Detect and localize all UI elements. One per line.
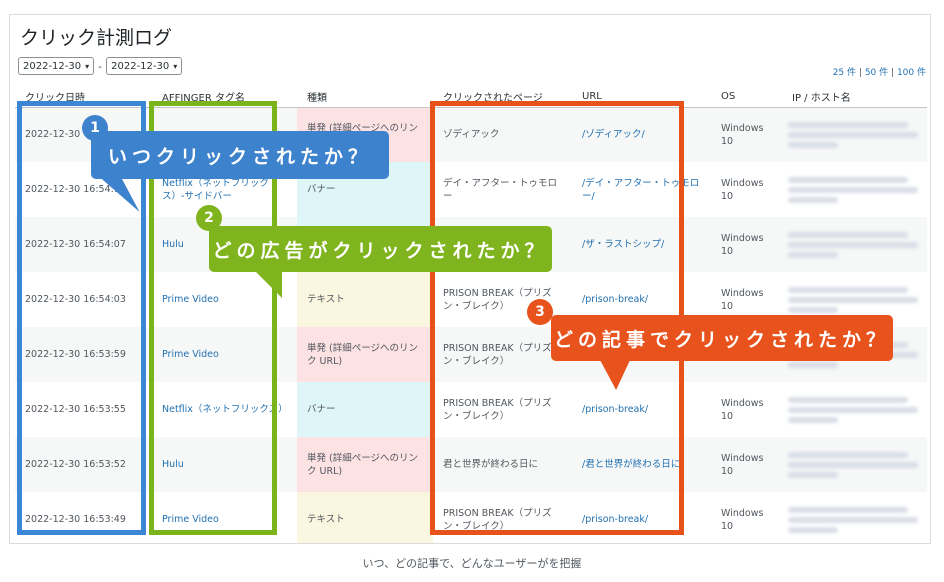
cell-os: Windows 10 — [721, 397, 764, 422]
callout-which-ad: どの広告がクリックされたか？ — [209, 226, 552, 272]
callout-number-badge: 3 — [527, 299, 553, 325]
per-page-options: 25 件 | 50 件 | 100 件 — [833, 65, 926, 78]
cell-ip-blurred — [782, 217, 927, 272]
chevron-down-icon: ▾ — [85, 61, 90, 71]
date-filter: 2022-12-30 ▾ - 2022-12-30 ▾ — [18, 57, 183, 75]
col-header-ip[interactable]: IP / ホスト名 — [782, 87, 927, 108]
callout-when: いつクリックされたか？ — [91, 131, 389, 179]
cell-os: Windows 10 — [711, 107, 782, 162]
date-to-select[interactable]: 2022-12-30 ▾ — [106, 57, 183, 75]
chevron-down-icon: ▾ — [173, 61, 178, 71]
cell-os: Windows 10 — [711, 437, 782, 492]
per-page-100[interactable]: 100 件 — [897, 68, 926, 78]
cell-type: テキスト — [297, 492, 433, 543]
col-header-os[interactable]: OS — [711, 87, 782, 108]
image-caption: いつ、どの記事で、どんなユーザーがを把握 — [362, 557, 582, 570]
cell-ip-blurred — [782, 492, 927, 543]
cell-os: Windows 10 — [721, 177, 764, 202]
cell-ip-blurred — [782, 107, 927, 162]
cell-type: テキスト — [297, 272, 433, 327]
per-page-50[interactable]: 50 件 — [865, 68, 888, 78]
col-header-type[interactable]: 種類 — [297, 87, 433, 108]
cell-type: 単発 (詳細ページへのリンク URL) — [297, 437, 433, 492]
callout-which-article: どの記事でクリックされたか？ — [551, 315, 893, 361]
callout-number-badge: 1 — [82, 115, 108, 141]
date-from-value: 2022-12-30 — [23, 60, 82, 72]
callout-number-badge: 2 — [196, 205, 222, 231]
date-from-select[interactable]: 2022-12-30 ▾ — [18, 57, 95, 75]
cell-ip-blurred — [782, 437, 927, 492]
pager-sep: | — [858, 68, 862, 78]
cell-os: Windows 10 — [721, 507, 764, 532]
pager-sep: | — [891, 68, 895, 78]
page-title: クリック計測ログ — [20, 27, 173, 49]
cell-ip-blurred — [782, 382, 927, 437]
cell-ip-blurred — [782, 162, 927, 217]
cell-type: 単発 (詳細ページへのリンク URL) — [297, 327, 433, 382]
cell-type: バナー — [297, 382, 433, 437]
cell-os: Windows 10 — [711, 217, 782, 272]
per-page-25[interactable]: 25 件 — [833, 68, 856, 78]
date-separator: - — [98, 59, 103, 73]
date-to-value: 2022-12-30 — [111, 60, 170, 72]
callout-pointer — [252, 268, 282, 298]
